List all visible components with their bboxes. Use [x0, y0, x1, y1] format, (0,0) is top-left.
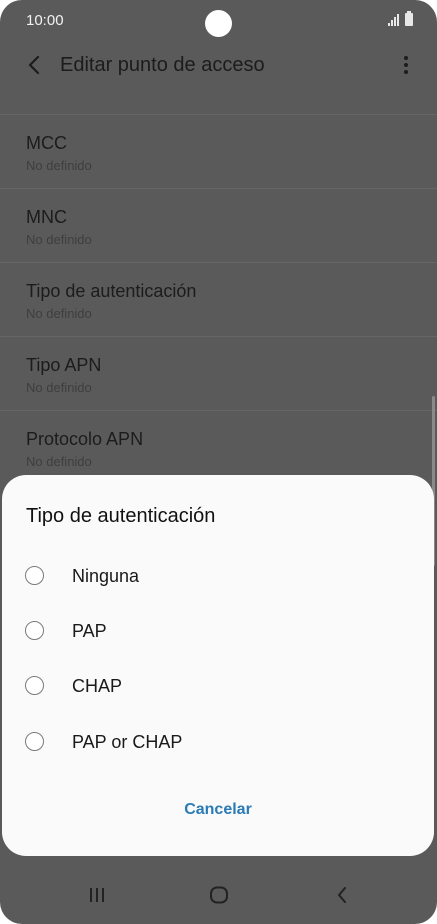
cancel-button[interactable]: Cancelar — [2, 801, 434, 831]
settings-item-title: Tipo de autenticación — [26, 281, 197, 301]
signal-icon — [388, 14, 399, 26]
settings-item-title: MCC — [26, 133, 67, 153]
settings-item-mcc[interactable]: MCC No definido — [0, 114, 437, 188]
settings-item-auth-type[interactable]: Tipo de autenticación No definido — [0, 262, 437, 336]
settings-item-value: No definido — [26, 306, 92, 321]
settings-item-apn-type[interactable]: Tipo APN No definido — [0, 336, 437, 410]
settings-item-value: No definido — [26, 232, 92, 247]
option-label: Ninguna — [72, 566, 140, 586]
option-label: PAP — [72, 621, 107, 641]
more-options-icon — [404, 56, 408, 60]
battery-icon — [405, 11, 413, 26]
settings-item-title: Protocolo APN — [26, 429, 144, 449]
recent-apps-icon — [90, 888, 104, 902]
more-options-button[interactable] — [397, 50, 415, 80]
settings-item-value: No definido — [26, 158, 92, 173]
auth-type-dialog: Tipo de autenticación Ninguna PAP CHAP P… — [2, 475, 434, 856]
settings-item-mnc[interactable]: MNC No definido — [0, 188, 437, 262]
radio-button[interactable] — [25, 621, 44, 640]
app-bar: Editar punto de acceso — [0, 42, 437, 88]
navigation-bar — [0, 866, 437, 924]
home-icon — [210, 886, 228, 904]
radio-button[interactable] — [25, 732, 44, 751]
dialog-title: Tipo de autenticación — [26, 505, 216, 527]
back-button[interactable] — [20, 50, 48, 80]
nav-back-button[interactable] — [322, 880, 362, 910]
chevron-left-icon — [338, 887, 346, 903]
option-label: PAP or CHAP — [72, 732, 183, 752]
phone-screen: 10:00 Editar punto de acceso MCC No defi… — [0, 0, 437, 924]
radio-button[interactable] — [25, 566, 44, 585]
settings-item-value: No definido — [26, 380, 92, 395]
status-icons — [388, 11, 413, 26]
settings-item-apn-protocol[interactable]: Protocolo APN No definido — [0, 410, 437, 484]
status-bar: 10:00 — [0, 0, 437, 42]
option-chap[interactable]: CHAP — [2, 663, 434, 711]
option-pap[interactable]: PAP — [2, 608, 434, 656]
settings-list: MCC No definido MNC No definido Tipo de … — [0, 114, 437, 484]
radio-button[interactable] — [25, 676, 44, 695]
status-time: 10:00 — [26, 12, 64, 29]
home-button[interactable] — [199, 880, 239, 910]
option-ninguna[interactable]: Ninguna — [2, 553, 434, 601]
chevron-left-icon — [28, 55, 40, 75]
settings-item-title: Tipo APN — [26, 355, 102, 375]
page-title: Editar punto de acceso — [60, 54, 265, 76]
recent-apps-button[interactable] — [77, 880, 117, 910]
settings-item-title: MNC — [26, 207, 67, 227]
option-label: CHAP — [72, 676, 123, 696]
option-pap-or-chap[interactable]: PAP or CHAP — [2, 719, 434, 767]
settings-item-value: No definido — [26, 454, 92, 469]
camera-cutout — [205, 10, 232, 37]
